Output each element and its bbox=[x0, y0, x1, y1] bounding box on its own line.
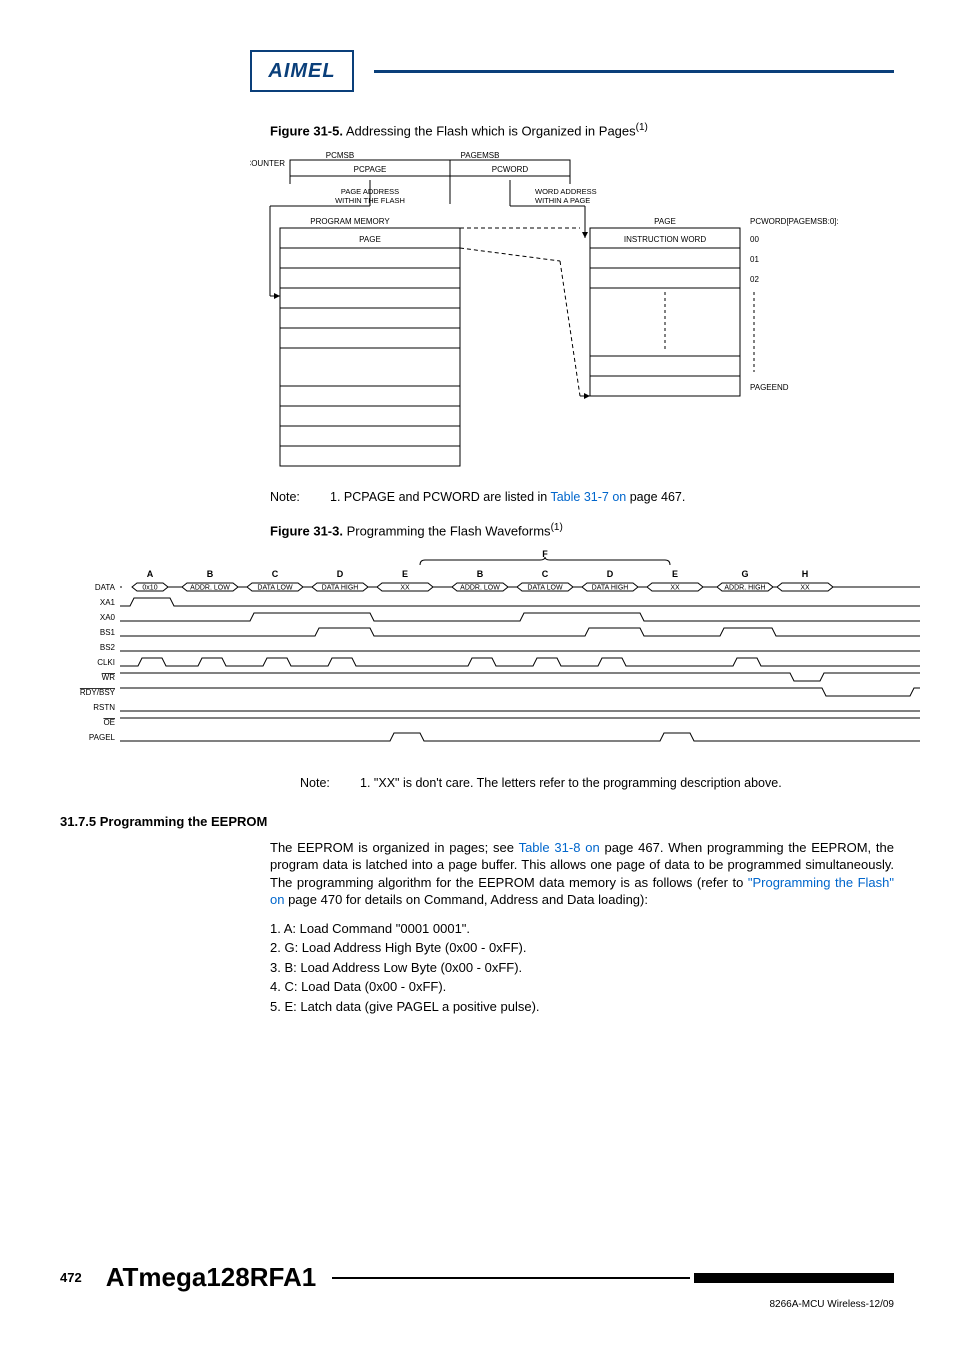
svg-text:PCMSB: PCMSB bbox=[326, 151, 354, 160]
figure-31-3-note: Note: 1. "XX" is don't care. The letters… bbox=[300, 776, 894, 790]
svg-text:PAGEMSB: PAGEMSB bbox=[461, 151, 500, 160]
svg-text:XX: XX bbox=[670, 584, 680, 591]
footer-rule bbox=[332, 1277, 690, 1279]
svg-text:BS2: BS2 bbox=[100, 643, 116, 652]
header-rule bbox=[374, 70, 894, 73]
atmel-logo: AIMEL bbox=[250, 50, 354, 92]
svg-text:WITHIN A PAGE: WITHIN A PAGE bbox=[535, 196, 590, 205]
note-body: 1. "XX" is don't care. The letters refer… bbox=[360, 776, 894, 790]
svg-text:XA1: XA1 bbox=[100, 598, 116, 607]
svg-text:ADDR. HIGH: ADDR. HIGH bbox=[724, 584, 765, 591]
page-footer: 472 ATmega128RFA1 8266A-MCU Wireless-12/… bbox=[60, 1262, 894, 1310]
section-31-7-5-body: The EEPROM is organized in pages; see Ta… bbox=[270, 839, 894, 909]
table-31-7-link[interactable]: Table 31-7 on bbox=[550, 490, 626, 504]
svg-text:C: C bbox=[542, 569, 549, 579]
note-label: Note: bbox=[300, 776, 360, 790]
svg-text:D: D bbox=[337, 569, 344, 579]
svg-text:PCWORD: PCWORD bbox=[492, 165, 529, 174]
svg-text:B: B bbox=[477, 569, 484, 579]
step-4: 4. C: Load Data (0x00 - 0xFF). bbox=[270, 977, 894, 997]
svg-text:WORD ADDRESS: WORD ADDRESS bbox=[535, 187, 597, 196]
svg-text:A: A bbox=[147, 569, 154, 579]
svg-text:WR: WR bbox=[102, 673, 116, 682]
svg-text:01: 01 bbox=[750, 255, 759, 264]
figure-31-3-caption: Figure 31-3. Programming the Flash Wavef… bbox=[270, 522, 894, 538]
svg-text:RDY/BSY: RDY/BSY bbox=[80, 688, 116, 697]
svg-text:XX: XX bbox=[800, 584, 810, 591]
figure-31-5-title: Addressing the Flash which is Organized … bbox=[343, 123, 636, 138]
chip-name: ATmega128RFA1 bbox=[106, 1262, 317, 1293]
svg-text:RSTN: RSTN bbox=[93, 703, 115, 712]
svg-text:00: 00 bbox=[750, 235, 759, 244]
svg-text:E: E bbox=[402, 569, 408, 579]
svg-text:CLKI: CLKI bbox=[97, 658, 115, 667]
step-3: 3. B: Load Address Low Byte (0x00 - 0xFF… bbox=[270, 958, 894, 978]
footer-rule-thick bbox=[694, 1273, 894, 1283]
table-31-8-link[interactable]: Table 31-8 on bbox=[519, 840, 600, 855]
figure-31-3-diagram: F ABCDEBCDEGH DATAXA1XA0BS1BS2CLKIWRRDY/… bbox=[60, 547, 894, 762]
svg-text:DATA LOW: DATA LOW bbox=[257, 584, 293, 591]
svg-text:ADDR. LOW: ADDR. LOW bbox=[460, 584, 500, 591]
svg-text:DATA HIGH: DATA HIGH bbox=[322, 584, 359, 591]
figure-31-3-number: Figure 31-3. bbox=[270, 524, 343, 539]
note-label: Note: bbox=[270, 490, 330, 504]
svg-text:PROGRAM MEMORY: PROGRAM MEMORY bbox=[310, 217, 390, 226]
svg-text:DATA LOW: DATA LOW bbox=[527, 584, 563, 591]
svg-text:02: 02 bbox=[750, 275, 759, 284]
step-5: 5. E: Latch data (give PAGEL a positive … bbox=[270, 997, 894, 1017]
step-1: 1. A: Load Command "0001 0001". bbox=[270, 919, 894, 939]
svg-text:DATA HIGH: DATA HIGH bbox=[592, 584, 629, 591]
figure-31-5-number: Figure 31-5. bbox=[270, 123, 343, 138]
svg-text:H: H bbox=[802, 569, 809, 579]
header-bar: AIMEL bbox=[250, 50, 894, 92]
figure-31-5-sup: (1) bbox=[636, 122, 648, 133]
svg-text:E: E bbox=[672, 569, 678, 579]
page-number: 472 bbox=[60, 1270, 82, 1285]
svg-text:PCWORD[PAGEMSB:0]:: PCWORD[PAGEMSB:0]: bbox=[750, 217, 839, 226]
svg-text:PAGEEND: PAGEEND bbox=[750, 383, 789, 392]
svg-text:0x10: 0x10 bbox=[142, 584, 157, 591]
svg-text:B: B bbox=[207, 569, 214, 579]
svg-text:G: G bbox=[741, 569, 748, 579]
svg-text:INSTRUCTION WORD: INSTRUCTION WORD bbox=[624, 235, 706, 244]
svg-text:PROGRAM COUNTER: PROGRAM COUNTER bbox=[250, 159, 285, 168]
svg-text:PAGE: PAGE bbox=[359, 235, 381, 244]
svg-text:OE: OE bbox=[103, 718, 115, 727]
svg-text:XA0: XA0 bbox=[100, 613, 116, 622]
figure-31-3-title: Programming the Flash Waveforms bbox=[343, 524, 551, 539]
figure-31-5-note: Note: 1. PCPAGE and PCWORD are listed in… bbox=[270, 490, 894, 504]
svg-text:DATA: DATA bbox=[95, 583, 116, 592]
svg-text:XX: XX bbox=[400, 584, 410, 591]
svg-text:ADDR. LOW: ADDR. LOW bbox=[190, 584, 230, 591]
svg-text:PAGEL: PAGEL bbox=[89, 733, 116, 742]
note-body: 1. PCPAGE and PCWORD are listed in Table… bbox=[330, 490, 894, 504]
svg-text:PAGE: PAGE bbox=[654, 217, 676, 226]
svg-text:D: D bbox=[607, 569, 614, 579]
svg-text:PCPAGE: PCPAGE bbox=[354, 165, 387, 174]
svg-text:BS1: BS1 bbox=[100, 628, 116, 637]
section-31-7-5-heading: 31.7.5 Programming the EEPROM bbox=[60, 814, 894, 829]
svg-text:C: C bbox=[272, 569, 279, 579]
document-id: 8266A-MCU Wireless-12/09 bbox=[60, 1299, 894, 1310]
figure-31-5-caption: Figure 31-5. Addressing the Flash which … bbox=[270, 122, 894, 138]
figure-31-5-diagram: PCMSB PAGEMSB PROGRAM COUNTER PCPAGE PCW… bbox=[250, 146, 870, 476]
step-2: 2. G: Load Address High Byte (0x00 - 0xF… bbox=[270, 938, 894, 958]
figure-31-3-sup: (1) bbox=[551, 522, 563, 533]
